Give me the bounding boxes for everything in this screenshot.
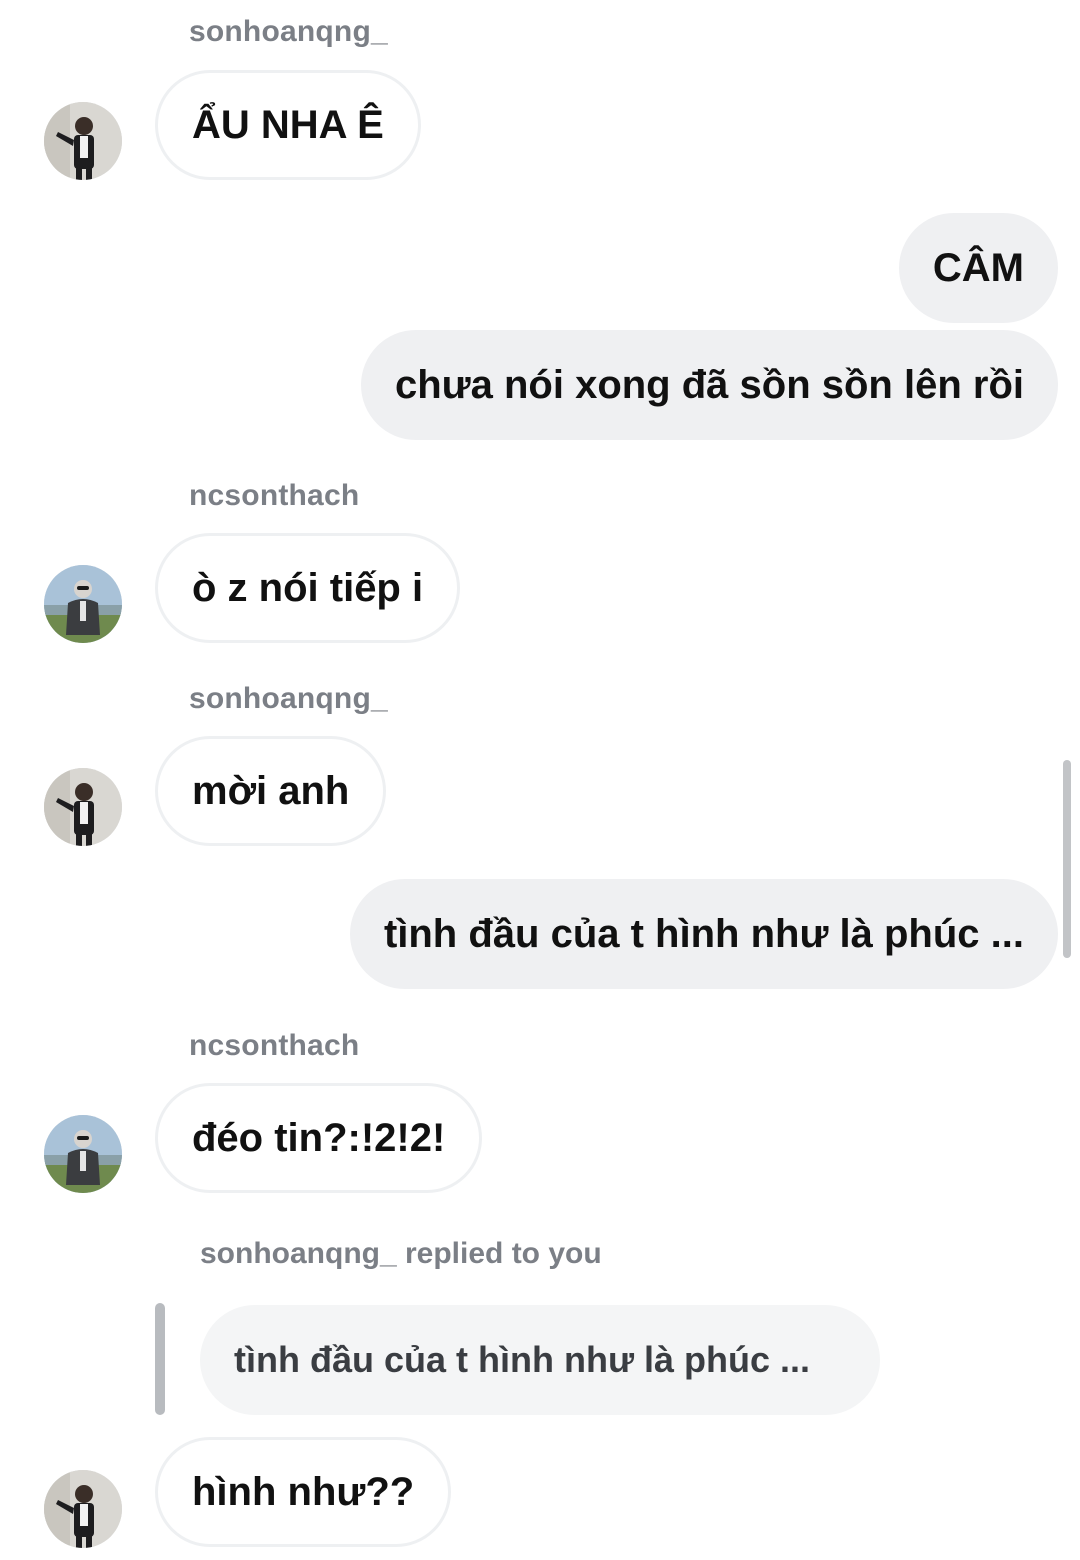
avatar-ncsonthach[interactable] — [44, 1115, 122, 1193]
scrollbar[interactable] — [1063, 760, 1071, 958]
message-bubble-incoming[interactable]: đéo tin?:!2!2! — [155, 1083, 483, 1193]
avatar-sonhoanqng[interactable] — [44, 102, 122, 180]
message-bubble-outgoing[interactable]: tình đầu của t hình như là phúc ... — [349, 879, 1058, 989]
reply-indicator-bar — [155, 1303, 165, 1415]
person-photo-icon — [44, 768, 122, 846]
person-photo-icon — [44, 565, 122, 643]
avatar-sonhoanqng[interactable] — [44, 768, 122, 846]
message-bubble-outgoing[interactable]: CÂM — [898, 213, 1058, 323]
person-photo-icon — [44, 1470, 122, 1548]
message-bubble-incoming[interactable]: mời anh — [155, 736, 387, 846]
avatar-ncsonthach[interactable] — [44, 565, 122, 643]
sender-name: sonhoanqng_ — [189, 15, 388, 48]
person-photo-icon — [44, 1115, 122, 1193]
message-bubble-incoming[interactable]: ẨU NHA Ê — [155, 70, 421, 180]
reply-label: sonhoanqng_ replied to you — [200, 1237, 602, 1270]
sender-name: ncsonthach — [189, 1029, 360, 1062]
message-bubble-incoming[interactable]: ò z nói tiếp i — [155, 533, 461, 643]
quoted-message[interactable]: tình đầu của t hình như là phúc ... — [200, 1305, 880, 1415]
sender-name: sonhoanqng_ — [189, 682, 388, 715]
message-bubble-outgoing[interactable]: chưa nói xong đã sồn sồn lên rồi — [360, 330, 1058, 440]
avatar-sonhoanqng[interactable] — [44, 1470, 122, 1548]
person-photo-icon — [44, 102, 122, 180]
sender-name: ncsonthach — [189, 479, 360, 512]
message-bubble-incoming[interactable]: hình như?? — [155, 1437, 452, 1547]
